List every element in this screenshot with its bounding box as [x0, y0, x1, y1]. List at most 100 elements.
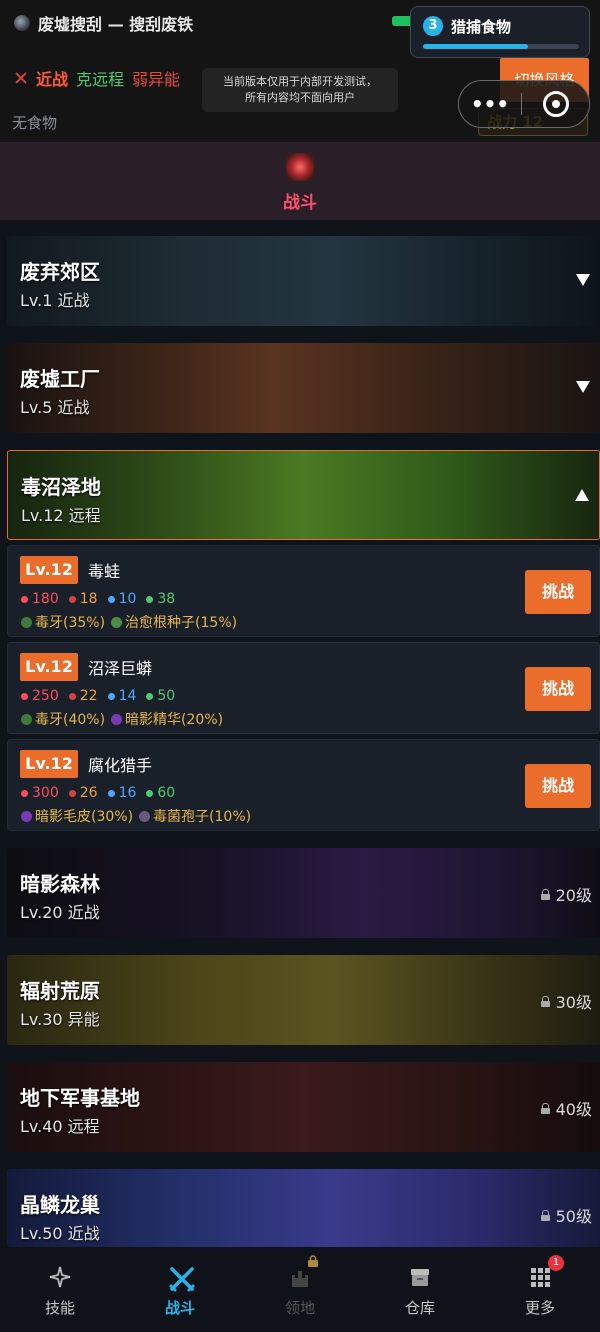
monster-level: Lv.12	[20, 750, 78, 778]
attack-icon	[68, 692, 76, 700]
speed-icon	[146, 789, 154, 797]
sparkle-icon	[48, 1265, 72, 1289]
food-status: 无食物	[12, 114, 58, 132]
close-miniprogram-button[interactable]	[522, 91, 589, 117]
zone-name: 辐射荒原	[20, 979, 100, 1003]
lock-icon	[308, 1255, 318, 1267]
monster-stats: 250 22 14 50	[21, 688, 175, 704]
zone-shadow-forest[interactable]: 暗影森林 Lv.20 近战 20级	[7, 848, 600, 938]
drop-label: 毒菌孢子(10%)	[153, 809, 252, 825]
stat-defense: 14	[107, 688, 136, 704]
challenge-button[interactable]: 挑战	[525, 570, 591, 614]
fang-icon	[21, 713, 32, 725]
nav-label: 技能	[44, 1299, 75, 1317]
seed-icon	[111, 616, 123, 628]
attack-icon	[68, 595, 76, 603]
monster-level: Lv.12	[20, 653, 78, 681]
quest-tracker[interactable]: 3 猎捕食物	[410, 6, 590, 58]
monster-name: 沼泽巨蟒	[88, 659, 153, 678]
app-title: 废墟搜刮 — 搜刮废铁	[38, 15, 194, 34]
more-menu-button[interactable]: •••	[459, 81, 521, 127]
hp-icon	[21, 789, 28, 797]
drop-item: 暗影毛皮(30%)	[21, 806, 133, 826]
quest-label: 猎捕食物	[451, 18, 512, 36]
speed-icon	[146, 595, 154, 603]
stat-attack: 18	[68, 591, 98, 607]
zone-radiation-wasteland[interactable]: 辐射荒原 Lv.30 异能 30级	[7, 955, 600, 1045]
nav-battle[interactable]: 战斗	[120, 1247, 240, 1332]
lock-level: 20级	[555, 886, 592, 905]
lock-icon	[540, 1102, 550, 1114]
zone-toxic-swamp[interactable]: 毒沼泽地 Lv.12 远程	[7, 450, 600, 540]
zone-info: Lv.1 近战	[20, 291, 90, 310]
fang-icon	[21, 616, 32, 628]
nav-more[interactable]: 1 更多	[480, 1247, 600, 1332]
defense-value: 10	[118, 591, 137, 607]
zone-name: 暗影森林	[20, 872, 100, 896]
stat-defense: 16	[107, 785, 137, 801]
drop-item: 毒牙(40%)	[21, 709, 105, 729]
attack-value: 22	[79, 688, 98, 704]
challenge-button[interactable]: 挑战	[525, 667, 591, 711]
zone-info: Lv.50 近战	[20, 1224, 100, 1243]
drop-item: 治愈根种子(15%)	[111, 612, 237, 632]
nav-label: 仓库	[404, 1299, 435, 1317]
monster-drops: 毒牙(35%) 治愈根种子(15%)	[21, 612, 237, 632]
hp-icon	[21, 595, 28, 603]
shadow-fur-icon	[21, 810, 32, 822]
nav-label: 战斗	[164, 1299, 195, 1317]
lock-icon	[540, 888, 550, 900]
lock-icon	[540, 1209, 550, 1221]
castle-icon	[288, 1265, 312, 1289]
nav-territory[interactable]: 领地	[240, 1247, 360, 1332]
monster-name: 毒蛙	[88, 562, 121, 581]
stat-defense: 10	[107, 591, 137, 607]
monster-name: 腐化猎手	[88, 756, 153, 775]
zone-ruined-factory[interactable]: 废墟工厂 Lv.5 近战	[7, 343, 600, 433]
zone-lock: 30级	[540, 989, 592, 1013]
challenge-button[interactable]: 挑战	[525, 764, 591, 808]
class-melee: 近战	[36, 70, 69, 89]
zone-name: 地下军事基地	[20, 1086, 140, 1110]
notice-line-1: 当前版本仅用于内部开发测试，	[223, 75, 377, 88]
monster-drops: 暗影毛皮(30%) 毒菌孢子(10%)	[21, 806, 251, 826]
defense-icon	[107, 692, 115, 700]
monster-card-poison-frog: Lv.12 毒蛙 180 18 10 38 毒牙(35%) 治愈根种子(15%)…	[7, 545, 600, 637]
zone-info: Lv.30 异能	[20, 1010, 100, 1029]
nav-skills[interactable]: 技能	[0, 1247, 120, 1332]
hp-value: 300	[32, 785, 59, 801]
speed-value: 60	[157, 785, 176, 801]
zone-info: Lv.20 近战	[20, 903, 100, 922]
class-psi: 弱异能	[132, 70, 181, 89]
stat-hp: 300	[21, 785, 59, 801]
zone-name: 晶鳞龙巢	[20, 1193, 100, 1217]
zone-underground-military-base[interactable]: 地下军事基地 Lv.40 远程 40级	[7, 1062, 600, 1152]
defense-icon	[107, 789, 115, 797]
hp-value: 180	[32, 591, 59, 607]
quest-progress-fill	[423, 44, 528, 49]
monster-card-corrupted-hunter: Lv.12 腐化猎手 300 26 16 60 暗影毛皮(30%) 毒菌孢子(1…	[7, 739, 600, 831]
box-icon	[408, 1265, 432, 1289]
defense-value: 16	[118, 785, 137, 801]
zone-crystal-dragon-nest[interactable]: 晶鳞龙巢 Lv.50 近战 50级	[7, 1169, 600, 1247]
notice-line-2: 所有内容均不面向用户	[245, 91, 355, 104]
battle-title: 战斗	[283, 193, 317, 213]
drop-item: 毒菌孢子(10%)	[139, 806, 251, 826]
grid-icon	[528, 1265, 552, 1289]
dev-notice: 当前版本仅用于内部开发测试， 所有内容均不面向用户	[202, 68, 398, 112]
drop-item: 毒牙(35%)	[21, 612, 105, 632]
speed-icon	[146, 692, 154, 700]
quest-number: 3	[423, 16, 443, 36]
monster-card-swamp-python: Lv.12 沼泽巨蟒 250 22 14 50 毒牙(40%) 暗影精华(20%…	[7, 642, 600, 734]
drop-item: 暗影精华(20%)	[111, 709, 223, 729]
zone-abandoned-suburbs[interactable]: 废弃郊区 Lv.1 近战	[7, 236, 600, 326]
stat-speed: 50	[146, 688, 175, 704]
collapse-arrow-icon	[575, 489, 589, 501]
stat-hp: 180	[21, 591, 59, 607]
quest-progress-bar	[423, 44, 579, 49]
class-ranged: 克远程	[76, 70, 125, 89]
stat-attack: 26	[68, 785, 98, 801]
crossed-swords-icon	[14, 71, 28, 85]
nav-warehouse[interactable]: 仓库	[360, 1247, 480, 1332]
zone-info: Lv.12 远程	[21, 506, 101, 525]
